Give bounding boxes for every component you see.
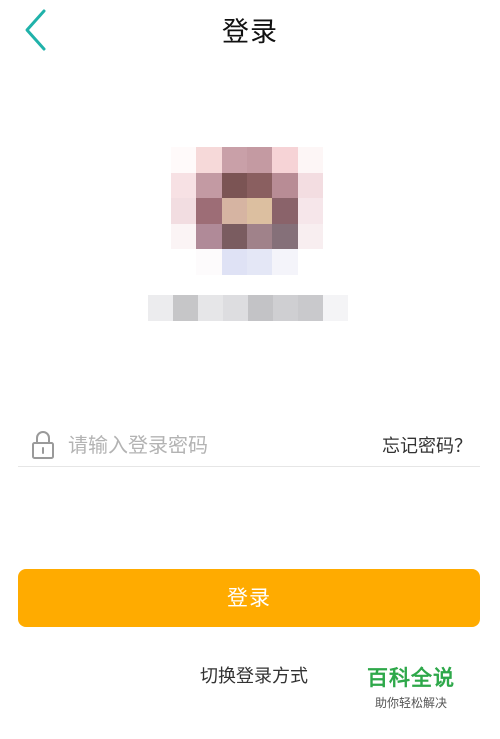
forgot-password-link[interactable]: 忘记密码？ — [382, 432, 472, 458]
username-blurred — [148, 295, 348, 321]
watermark: 百科全说 助你轻松解决 — [350, 652, 472, 716]
switch-login-method-link[interactable]: 切换登录方式 — [200, 662, 308, 688]
password-input[interactable] — [68, 428, 368, 462]
watermark-subtitle: 助你轻松解决 — [374, 696, 447, 710]
lock-icon — [32, 431, 54, 459]
avatar — [171, 147, 323, 275]
login-button[interactable]: 登录 — [18, 569, 480, 627]
page-title: 登录 — [222, 17, 278, 48]
watermark-title: 百科全说 — [367, 666, 455, 690]
nav-bar: 登录 — [0, 0, 500, 60]
password-row: 忘记密码？ — [18, 426, 480, 467]
